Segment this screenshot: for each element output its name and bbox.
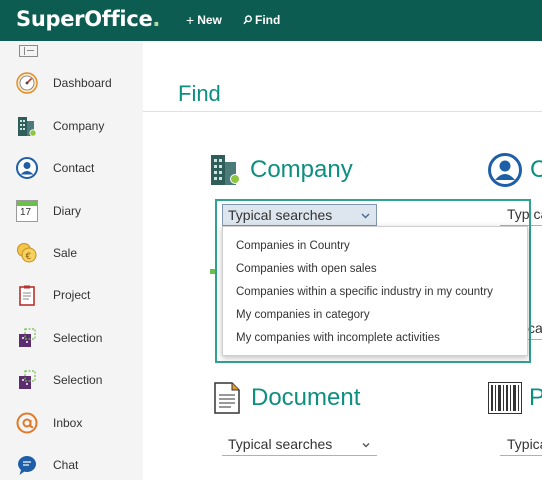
sidebar-item-label: Project	[53, 288, 91, 302]
sidebar-item-selection[interactable]: Selection	[0, 320, 143, 356]
product-typical-searches-select[interactable]: Typica	[500, 434, 542, 456]
sidebar-item-chat[interactable]: Chat	[0, 447, 143, 480]
sidebar-item-label: Dashboard	[53, 76, 112, 90]
document-typical-searches-select[interactable]: Typical searches	[222, 434, 377, 456]
sidebar-item-inbox[interactable]: Inbox	[0, 405, 143, 441]
company-heading: Company	[250, 156, 353, 183]
new-button[interactable]: + New	[186, 13, 222, 27]
collapse-sidebar-icon[interactable]	[19, 45, 38, 57]
sidebar: Dashboard Company Contact 17 Diary € Sal…	[0, 41, 143, 480]
project-clipboard-icon	[19, 285, 35, 306]
document-select-value: Typical searches	[228, 436, 333, 452]
sidebar-item-label: Sale	[53, 246, 78, 260]
company-select-value: Typical searches	[228, 207, 333, 223]
find-label: Find	[255, 13, 281, 27]
superoffice-logo[interactable]: SuperOffice.	[16, 7, 160, 31]
selection-icon	[19, 370, 36, 389]
logo-text: SuperOffice	[16, 7, 153, 31]
sale-coins-icon: €	[17, 243, 37, 263]
diary-calendar-icon: 17	[16, 200, 38, 222]
plus-icon: +	[186, 12, 195, 28]
sidebar-item-label: Contact	[53, 161, 95, 175]
sidebar-item-label: Selection	[53, 331, 103, 345]
sidebar-item-sale[interactable]: € Sale	[0, 235, 143, 271]
diary-day-number: 17	[20, 207, 32, 218]
sidebar-item-label: Selection	[53, 373, 103, 387]
dropdown-option[interactable]: Companies in Country	[236, 240, 350, 252]
dropdown-option[interactable]: Companies with open sales	[236, 263, 377, 275]
product-section-header: P	[488, 382, 542, 414]
title-divider	[143, 111, 542, 112]
dropdown-option[interactable]: My companies in category	[236, 309, 370, 321]
top-bar: SuperOffice. + New Find	[0, 0, 542, 41]
barcode-icon	[488, 382, 522, 414]
product-select-value: Typica	[507, 436, 542, 452]
company-typical-searches-select[interactable]: Typical searches	[222, 204, 377, 226]
chat-bubble-icon	[18, 456, 36, 475]
sidebar-item-label: Company	[53, 119, 105, 133]
page-title: Find	[178, 81, 221, 106]
dashboard-gauge-icon	[16, 72, 38, 94]
logo-dot: .	[152, 7, 161, 31]
sidebar-item-diary[interactable]: 17 Diary	[0, 193, 143, 229]
document-icon	[214, 382, 240, 414]
sidebar-item-dashboard[interactable]: Dashboard	[0, 65, 143, 101]
contact-person-icon	[16, 157, 38, 179]
company-section-header: Company	[210, 154, 353, 186]
document-section-header: Document	[214, 382, 360, 414]
company-building-icon	[18, 117, 37, 137]
contact-person-icon	[488, 153, 522, 187]
sidebar-item-label: Diary	[53, 204, 82, 218]
chevron-down-icon	[362, 443, 370, 448]
sidebar-item-label: Inbox	[53, 416, 83, 430]
sidebar-item-contact[interactable]: Contact	[0, 150, 143, 186]
dropdown-option[interactable]: Companies within a specific industry in …	[236, 286, 493, 298]
sidebar-item-label: Chat	[53, 458, 79, 472]
sidebar-item-company[interactable]: Company	[0, 108, 143, 144]
sidebar-item-project[interactable]: Project	[0, 277, 143, 313]
contact-heading: C	[530, 156, 542, 183]
chevron-down-icon	[361, 213, 370, 219]
sidebar-item-selection[interactable]: Selection	[0, 362, 143, 398]
dropdown-option[interactable]: My companies with incomplete activities	[236, 332, 440, 344]
contact-section-header: C	[488, 153, 542, 187]
search-icon	[243, 15, 252, 25]
find-button[interactable]: Find	[243, 13, 280, 27]
inbox-at-icon	[16, 412, 38, 434]
company-building-icon	[211, 155, 240, 185]
typical-searches-dropdown: Companies in Country Companies with open…	[222, 226, 528, 356]
document-heading: Document	[251, 384, 361, 411]
selection-icon	[19, 328, 36, 347]
product-heading: P	[529, 384, 542, 411]
svg-text:€: €	[26, 252, 32, 262]
new-label: New	[197, 13, 222, 27]
